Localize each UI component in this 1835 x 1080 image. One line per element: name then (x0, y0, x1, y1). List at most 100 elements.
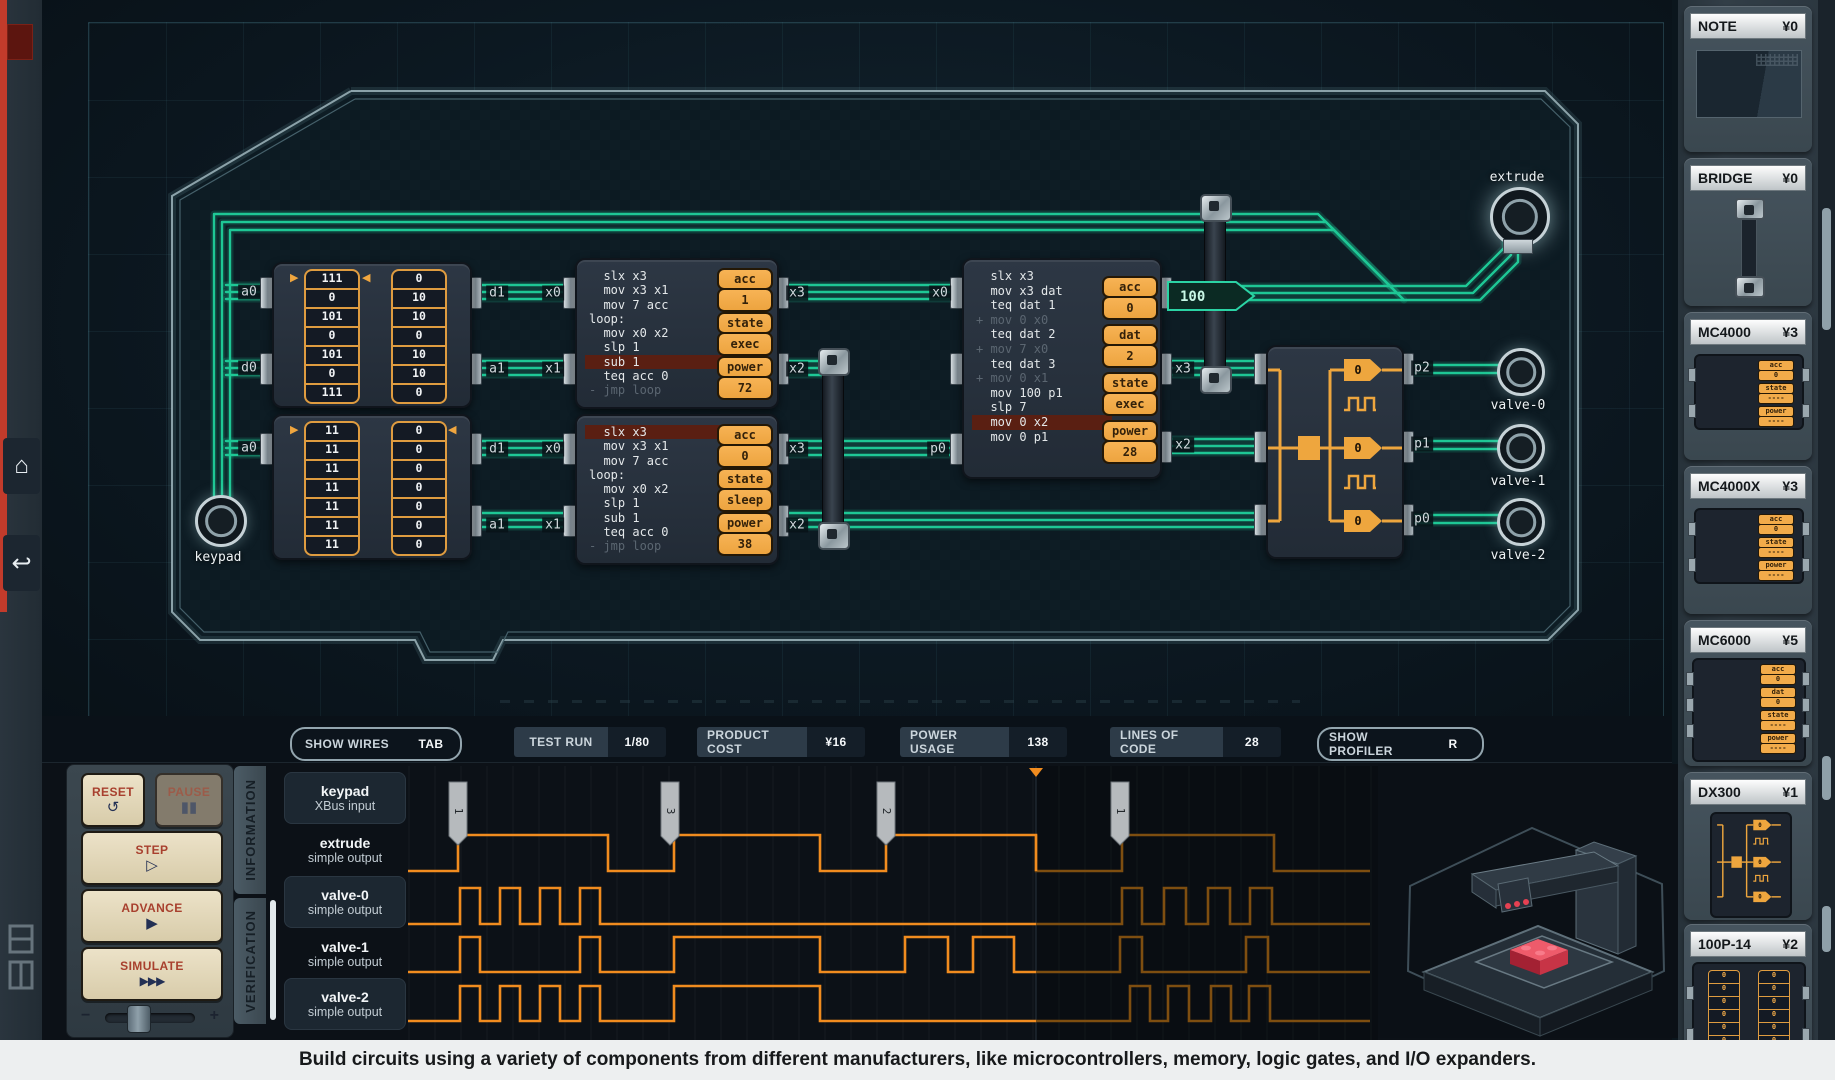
terminal-stub (1503, 239, 1533, 254)
component-card-mc6000[interactable]: MC6000¥5acc0dat0state----power---- (1684, 620, 1812, 766)
output-value: 0 (1354, 441, 1361, 455)
status-value: 138 (1009, 727, 1067, 757)
code-line: mov 7 acc (585, 298, 725, 312)
mini-pin (1688, 522, 1696, 536)
slider-plus[interactable]: + (210, 1007, 219, 1025)
mc4000-chip-1[interactable]: slx x3 mov x3 x1 mov 7 accloop: mov x0 x… (575, 414, 779, 565)
output-value: 0 (1758, 823, 1762, 829)
code-line: slp 7 (972, 400, 1112, 415)
memory-cell: 0 (306, 326, 358, 345)
status-show-profiler[interactable]: SHOW PROFILERR (1317, 727, 1484, 761)
wire-label-a1: a1 (486, 518, 508, 533)
note-preview (1696, 50, 1802, 118)
reset-label: RESET (92, 785, 134, 799)
wire-label-d1: d1 (486, 442, 508, 457)
component-price: ¥1 (1782, 784, 1798, 800)
slider-minus[interactable]: − (81, 1007, 90, 1025)
memory-cell: 11 (306, 497, 358, 516)
wire-label-a1: a1 (486, 362, 508, 377)
component-card-bridge[interactable]: BRIDGE¥0 (1684, 158, 1812, 306)
mini-registers: acc0dat0state----power---- (1760, 664, 1796, 756)
home-button[interactable]: ⌂ (3, 438, 40, 494)
component-card-note[interactable]: NOTE¥0 (1684, 6, 1812, 152)
output-value: 0 (1354, 514, 1361, 528)
advance-label: ADVANCE (121, 901, 182, 915)
memory-cell: 0 (393, 516, 445, 535)
wire-label-a0: a0 (238, 441, 260, 456)
memory-cell: 11 (306, 423, 358, 440)
mini-register-value: 0 (1758, 524, 1794, 535)
status-test-run[interactable]: TEST RUN1/80 (514, 727, 666, 757)
palette-scrollbar-thumb[interactable] (1822, 208, 1831, 330)
mini-pin (1802, 404, 1810, 418)
register-power: power28 (1102, 420, 1158, 464)
dx300-internals: 0 0 0 (1268, 347, 1402, 557)
wire-label-x3: x3 (1172, 362, 1194, 377)
component-name: BRIDGE (1698, 170, 1752, 186)
signal-name: valve-2 (321, 989, 368, 1005)
component-card-mc4000x[interactable]: MC4000X¥3acc0state----power---- (1684, 466, 1812, 614)
terminal-ring (1502, 199, 1538, 235)
component-price: ¥3 (1782, 324, 1798, 340)
mini-register: state---- (1760, 710, 1796, 731)
mini-pin (1802, 368, 1810, 382)
reset-button[interactable]: RESET ↺ (81, 773, 145, 827)
mini-register-value: ---- (1760, 743, 1796, 754)
component-price: ¥5 (1782, 632, 1798, 648)
register-value: sleep (717, 488, 773, 512)
status-product-cost[interactable]: PRODUCT COST¥16 (697, 727, 865, 757)
wire-label-d0: d0 (238, 361, 260, 376)
bridge-component[interactable] (822, 352, 844, 544)
simulate-button[interactable]: SIMULATE ▶▶▶ (81, 947, 223, 1001)
component-card-mc4000[interactable]: MC4000¥3acc0state----power---- (1684, 312, 1812, 460)
component-card-dx300[interactable]: DX300¥1000 (1684, 772, 1812, 920)
status-show-wires[interactable]: SHOW WIRESTAB (290, 727, 462, 761)
mc4000x-preview: acc0state----power---- (1694, 508, 1804, 584)
memory-cell: 11 (306, 440, 358, 459)
tab-information[interactable]: INFORMATION (234, 766, 266, 894)
dx300-preview: 000 (1710, 812, 1792, 918)
tab-verification-label: VERIFICATION (243, 910, 258, 1013)
terminal-keypad (195, 495, 247, 547)
mini-registers: acc0state----power---- (1758, 514, 1794, 583)
output-tag (1753, 892, 1771, 902)
mc4000-chip-0[interactable]: slx x3 mov x3 x1 mov 7 accloop: mov x0 x… (575, 258, 779, 409)
output-tag (1344, 437, 1382, 459)
memory-cell: 10 (393, 307, 445, 326)
wire-label-x3: x3 (786, 286, 808, 301)
status-lines-of-code[interactable]: LINES OF CODE28 (1110, 727, 1281, 757)
component-plate: 100P-14¥2 (1690, 931, 1806, 957)
palette-scrollbar-thumb[interactable] (1822, 756, 1831, 800)
status-power-usage[interactable]: POWER USAGE138 (900, 727, 1067, 757)
register-state: stateexec (717, 312, 773, 356)
advance-button[interactable]: ADVANCE ▶ (81, 889, 223, 943)
memory-cell: 0 (306, 288, 358, 307)
status-value: 1/80 (608, 727, 666, 757)
register-name: power (717, 356, 773, 378)
slider-thumb[interactable] (127, 1005, 151, 1033)
code-line: mov x0 x2 (585, 326, 725, 340)
register-state: stateexec (1102, 372, 1158, 416)
signal-valve-1: valve-1simple output (284, 932, 406, 976)
back-button[interactable]: ↩ (3, 535, 40, 591)
tab-verification[interactable]: VERIFICATION (234, 898, 266, 1024)
dx300-chip[interactable]: 0 0 0 (1266, 345, 1404, 559)
reset-icon: ↺ (107, 800, 120, 815)
memory-cell: 11 (306, 516, 358, 535)
palette-scrollbar-thumb[interactable] (1822, 906, 1831, 952)
mini-memory-cell: 0 (1759, 1009, 1789, 1022)
mc6000-chip[interactable]: slx x3 mov x3 dat teq dat 1+ mov 0 x0 te… (962, 258, 1162, 479)
output-value: 0 (1354, 363, 1361, 377)
memory-cell: 111 (306, 271, 358, 288)
pause-button[interactable]: PAUSE ▮▮ (155, 773, 223, 827)
memory-chip-0[interactable]: 11101010101011101010010100▶◀ (272, 262, 472, 408)
shenzhen-logo (6, 922, 36, 994)
terminal-valve-1 (1497, 424, 1545, 472)
step-button[interactable]: STEP ▷ (81, 831, 223, 885)
status-value: R (1424, 729, 1482, 759)
signal-name: valve-0 (321, 887, 368, 903)
component-name: MC4000X (1698, 478, 1760, 494)
status-value: ¥16 (807, 727, 865, 757)
code-line: loop: (585, 312, 725, 326)
memory-chip-1[interactable]: 111111111111110000000▶◀ (272, 414, 472, 560)
